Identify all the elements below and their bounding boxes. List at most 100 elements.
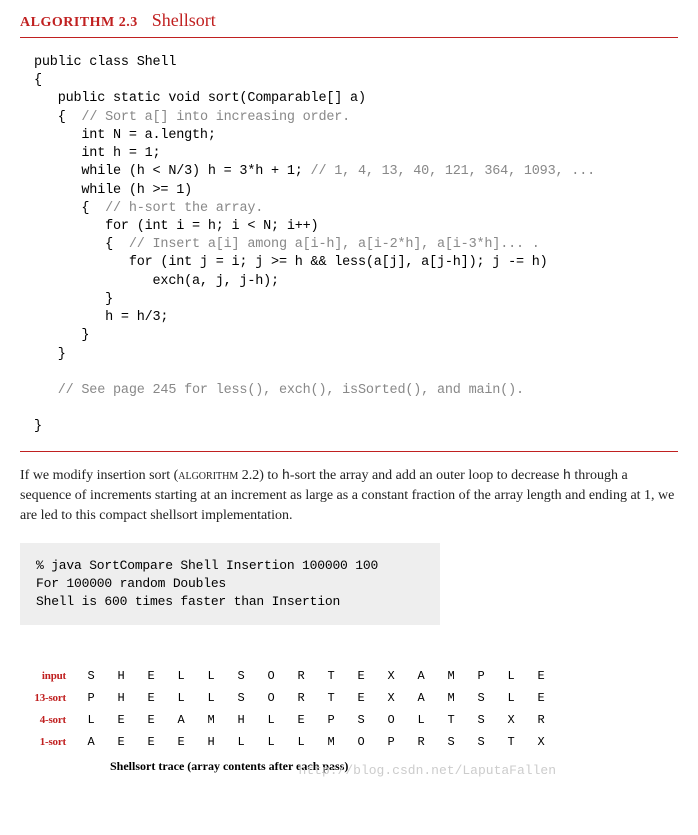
algorithm-title: Shellsort xyxy=(152,10,216,30)
trace-cell: L xyxy=(226,731,256,753)
trace-row-label: 13-sort xyxy=(26,687,76,709)
trace-cell: X xyxy=(526,731,556,753)
output-line: For 100000 random Doubles xyxy=(36,575,424,593)
trace-cell: R xyxy=(406,731,436,753)
code-listing: public class Shell { public static void … xyxy=(20,48,678,443)
terminal-output: % java SortCompare Shell Insertion 10000… xyxy=(20,543,440,626)
trace-cell: E xyxy=(136,731,166,753)
trace-cell: E xyxy=(136,709,166,731)
trace-cell: L xyxy=(166,687,196,709)
smallcaps-ref: algorithm 2.2 xyxy=(178,468,259,483)
trace-cell: P xyxy=(76,687,106,709)
trace-cell: L xyxy=(406,709,436,731)
trace-cell: L xyxy=(286,731,316,753)
trace-cell: H xyxy=(196,731,226,753)
code-comment: // h-sort the array. xyxy=(105,201,263,216)
code-line: while (h >= 1) xyxy=(34,183,192,198)
code-comment: // Insert a[i] among a[i-h], a[i-2*h], a… xyxy=(129,237,540,252)
trace-row-label: 4-sort xyxy=(26,709,76,731)
trace-cell: H xyxy=(226,709,256,731)
trace-cell: E xyxy=(286,709,316,731)
trace-cell: R xyxy=(286,687,316,709)
trace-cell: E xyxy=(346,665,376,687)
code-line: while (h < N/3) h = 3*h + 1; xyxy=(34,164,311,179)
code-line: { xyxy=(34,73,42,88)
code-line: } xyxy=(34,347,66,362)
trace-cell: H xyxy=(106,665,136,687)
trace-cell: T xyxy=(316,687,346,709)
trace-cell: O xyxy=(256,665,286,687)
code-line: public static void sort(Comparable[] a) xyxy=(34,91,366,106)
divider xyxy=(20,451,678,452)
trace-cell: X xyxy=(376,687,406,709)
output-line: Shell is 600 times faster than Insertion xyxy=(36,593,424,611)
code-comment: // 1, 4, 13, 40, 121, 364, 1093, ... xyxy=(311,164,595,179)
trace-cell: E xyxy=(346,687,376,709)
code-line: { xyxy=(34,237,129,252)
trace-row: 4-sort L E E A M H L E P S O L T S X R xyxy=(26,709,556,731)
trace-cell: L xyxy=(166,665,196,687)
trace-cell: E xyxy=(106,709,136,731)
algorithm-header: ALGORITHM 2.3 Shellsort xyxy=(20,10,678,38)
trace-cell: O xyxy=(376,709,406,731)
trace-cell: R xyxy=(526,709,556,731)
trace-cell: E xyxy=(526,687,556,709)
trace-cell: R xyxy=(286,665,316,687)
trace-row-label: 1-sort xyxy=(26,731,76,753)
trace-cell: L xyxy=(496,687,526,709)
code-comment: // Sort a[] into increasing order. xyxy=(81,110,350,125)
trace-cell: O xyxy=(256,687,286,709)
trace-cell: P xyxy=(376,731,406,753)
trace-cell: M xyxy=(316,731,346,753)
trace-row: 13-sort P H E L L S O R T E X A M S L E xyxy=(26,687,556,709)
trace-cell: S xyxy=(226,665,256,687)
trace-cell: T xyxy=(436,709,466,731)
algorithm-label: ALGORITHM 2.3 xyxy=(20,15,138,30)
trace-cell: M xyxy=(196,709,226,731)
trace-cell: X xyxy=(376,665,406,687)
trace-cell: E xyxy=(136,687,166,709)
trace-cell: L xyxy=(256,731,286,753)
code-line: { xyxy=(34,201,105,216)
trace-cell: E xyxy=(526,665,556,687)
code-line: } xyxy=(34,328,89,343)
trace-cell: L xyxy=(76,709,106,731)
watermark: http://blog.csdn.net/LaputaFallen xyxy=(299,763,556,778)
trace-cell: X xyxy=(496,709,526,731)
trace-cell: L xyxy=(196,665,226,687)
trace-cell: S xyxy=(436,731,466,753)
trace-table: input S H E L L S O R T E X A M P L E 13… xyxy=(26,665,556,753)
trace-cell: A xyxy=(76,731,106,753)
trace-cell: E xyxy=(136,665,166,687)
code-line: for (int j = i; j >= h && less(a[j], a[j… xyxy=(34,255,548,270)
trace-cell: T xyxy=(496,731,526,753)
code-line: public class Shell xyxy=(34,55,176,70)
trace-row: 1-sort A E E E H L L L M O P R S S T X xyxy=(26,731,556,753)
trace-cell: T xyxy=(316,665,346,687)
code-line: int h = 1; xyxy=(34,146,160,161)
code-line: } xyxy=(34,419,42,434)
trace-cell: M xyxy=(436,665,466,687)
trace-section: input S H E L L S O R T E X A M P L E 13… xyxy=(20,665,556,774)
trace-cell: P xyxy=(316,709,346,731)
trace-cell: P xyxy=(466,665,496,687)
trace-cell: L xyxy=(256,709,286,731)
trace-cell: A xyxy=(406,665,436,687)
code-comment: // See page 245 for less(), exch(), isSo… xyxy=(34,383,524,398)
code-line: int N = a.length; xyxy=(34,128,216,143)
trace-cell: M xyxy=(436,687,466,709)
trace-cell: S xyxy=(466,709,496,731)
trace-cell: S xyxy=(76,665,106,687)
trace-cell: E xyxy=(166,731,196,753)
trace-cell: H xyxy=(106,687,136,709)
output-line: % java SortCompare Shell Insertion 10000… xyxy=(36,557,424,575)
code-line: exch(a, j, j-h); xyxy=(34,274,279,289)
trace-cell: S xyxy=(346,709,376,731)
code-line: h = h/3; xyxy=(34,310,168,325)
trace-cell: A xyxy=(406,687,436,709)
trace-cell: L xyxy=(496,665,526,687)
body-paragraph: If we modify insertion sort (algorithm 2… xyxy=(20,466,678,527)
trace-cell: S xyxy=(226,687,256,709)
code-line: } xyxy=(34,292,113,307)
trace-row-label: input xyxy=(26,665,76,687)
